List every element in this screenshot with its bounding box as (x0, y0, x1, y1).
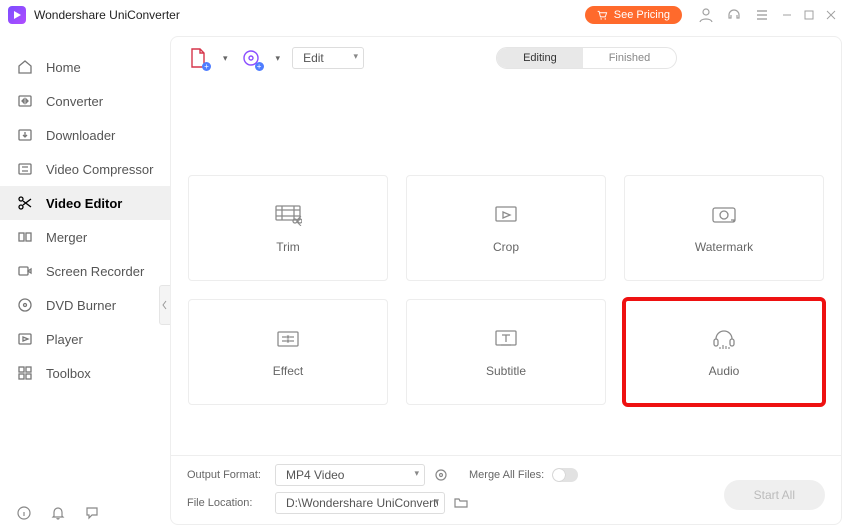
tab-finished[interactable]: Finished (583, 48, 677, 68)
account-icon[interactable] (696, 5, 716, 25)
see-pricing-label: See Pricing (614, 9, 670, 21)
record-icon (16, 262, 34, 280)
tab-group: Editing Finished (496, 47, 677, 69)
chevron-left-icon (162, 300, 168, 310)
audio-icon (710, 326, 738, 352)
sidebar-item-label: Downloader (46, 128, 115, 143)
file-location-label: File Location: (187, 497, 267, 509)
minimize-button[interactable] (776, 4, 798, 26)
add-from-device-button[interactable]: + (240, 47, 262, 69)
sidebar-item-label: Home (46, 60, 81, 75)
sidebar-item-compressor[interactable]: Video Compressor (0, 152, 170, 186)
add-file-button[interactable]: + (187, 47, 209, 69)
download-icon (16, 126, 34, 144)
sidebar-item-label: Toolbox (46, 366, 91, 381)
play-icon (16, 330, 34, 348)
sidebar-item-label: Converter (46, 94, 103, 109)
compress-icon (16, 160, 34, 178)
merge-icon (16, 228, 34, 246)
output-format-select[interactable]: MP4 Video (275, 464, 425, 486)
home-icon (16, 58, 34, 76)
sidebar: Home Converter Downloader Video Compress… (0, 30, 170, 531)
crop-icon (492, 202, 520, 228)
mode-select[interactable]: Edit (292, 47, 364, 69)
maximize-button[interactable] (798, 4, 820, 26)
crop-card[interactable]: Crop (406, 175, 606, 281)
cart-icon (597, 10, 608, 21)
subtitle-card[interactable]: Subtitle (406, 299, 606, 405)
plus-badge-icon: + (202, 62, 211, 71)
start-all-button[interactable]: Start All (724, 480, 825, 510)
file-location-select[interactable]: D:\Wondershare UniConverter 1 (275, 492, 445, 514)
sidebar-item-label: Merger (46, 230, 87, 245)
card-label: Effect (273, 364, 303, 378)
card-label: Audio (709, 364, 740, 378)
effect-card[interactable]: Effect (188, 299, 388, 405)
converter-icon (16, 92, 34, 110)
watermark-icon (710, 202, 738, 228)
sidebar-item-label: Player (46, 332, 83, 347)
tab-editing[interactable]: Editing (497, 48, 583, 68)
menu-icon[interactable] (752, 5, 772, 25)
sidebar-item-label: Video Compressor (46, 162, 153, 177)
support-icon[interactable] (724, 5, 744, 25)
card-label: Watermark (695, 240, 753, 254)
plus-badge-icon: + (255, 62, 264, 71)
notification-icon[interactable] (50, 505, 66, 521)
trim-card[interactable]: Trim (188, 175, 388, 281)
tab-label: Finished (609, 52, 651, 64)
trim-icon (274, 202, 302, 228)
chevron-down-icon[interactable]: ▾ (276, 53, 281, 64)
merge-toggle[interactable] (552, 468, 578, 482)
sidebar-item-converter[interactable]: Converter (0, 84, 170, 118)
audio-card[interactable]: Audio (624, 299, 824, 405)
start-all-label: Start All (754, 488, 795, 502)
app-title: Wondershare UniConverter (34, 8, 180, 22)
sidebar-item-label: Screen Recorder (46, 264, 144, 279)
open-folder-icon[interactable] (453, 495, 469, 511)
close-button[interactable] (820, 4, 842, 26)
sidebar-item-video-editor[interactable]: Video Editor (0, 186, 170, 220)
settings-icon[interactable] (433, 467, 449, 483)
watermark-card[interactable]: Watermark (624, 175, 824, 281)
sidebar-item-player[interactable]: Player (0, 322, 170, 356)
output-format-label: Output Format: (187, 469, 267, 481)
chevron-down-icon[interactable]: ▾ (223, 53, 228, 64)
subtitle-icon (492, 326, 520, 352)
app-logo (8, 6, 26, 24)
sidebar-item-toolbox[interactable]: Toolbox (0, 356, 170, 390)
see-pricing-button[interactable]: See Pricing (585, 6, 682, 24)
sidebar-item-recorder[interactable]: Screen Recorder (0, 254, 170, 288)
sidebar-item-downloader[interactable]: Downloader (0, 118, 170, 152)
scissors-icon (16, 194, 34, 212)
disc-icon (16, 296, 34, 314)
sidebar-item-dvd[interactable]: DVD Burner (0, 288, 170, 322)
sidebar-item-merger[interactable]: Merger (0, 220, 170, 254)
info-icon[interactable] (16, 505, 32, 521)
sidebar-item-label: Video Editor (46, 196, 122, 211)
merge-label: Merge All Files: (469, 469, 544, 481)
effect-icon (274, 326, 302, 352)
card-label: Crop (493, 240, 519, 254)
sidebar-item-home[interactable]: Home (0, 50, 170, 84)
card-label: Trim (276, 240, 300, 254)
tab-label: Editing (523, 52, 557, 64)
toolbox-icon (16, 364, 34, 382)
content-panel: + ▾ + ▾ Edit Editing Finished Trim (170, 36, 842, 525)
card-label: Subtitle (486, 364, 526, 378)
feedback-icon[interactable] (84, 505, 100, 521)
sidebar-item-label: DVD Burner (46, 298, 116, 313)
